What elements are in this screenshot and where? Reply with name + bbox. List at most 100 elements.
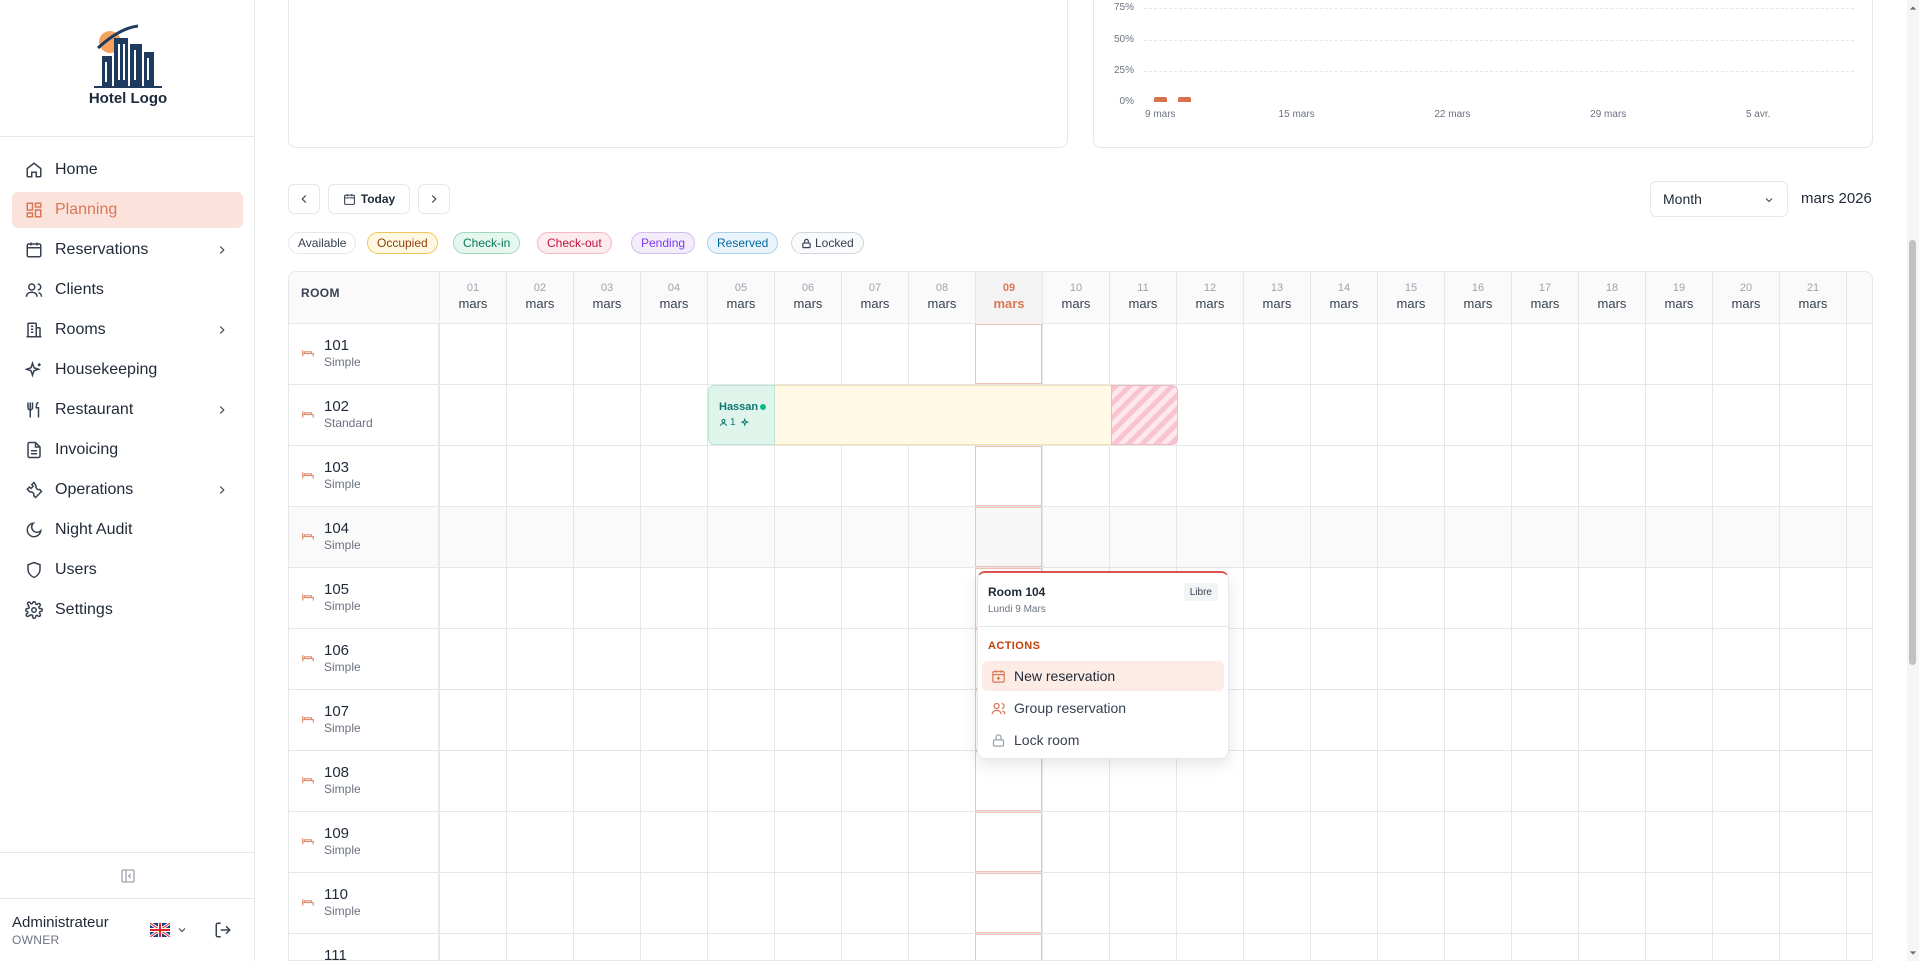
day-cell[interactable] — [1578, 751, 1645, 811]
day-cell[interactable] — [1846, 629, 1872, 689]
day-cell[interactable] — [1243, 629, 1310, 689]
sidebar-item-invoicing[interactable]: Invoicing — [12, 432, 243, 468]
sidebar-collapse-icon[interactable] — [120, 868, 136, 884]
today-button[interactable]: Today — [328, 184, 410, 214]
day-cell[interactable] — [841, 324, 908, 384]
day-cell[interactable] — [774, 507, 841, 567]
day-cell[interactable] — [1444, 934, 1511, 960]
day-cell[interactable] — [841, 873, 908, 933]
day-cell[interactable] — [1779, 385, 1846, 445]
day-cell[interactable] — [506, 446, 573, 506]
day-cell[interactable] — [1042, 873, 1109, 933]
day-cell[interactable] — [573, 751, 640, 811]
day-cell[interactable] — [1042, 507, 1109, 567]
scroll-down-arrow-icon[interactable] — [1909, 949, 1917, 957]
room-cell[interactable]: 109 Simple — [289, 812, 439, 872]
day-cell[interactable] — [1377, 324, 1444, 384]
day-cell[interactable] — [439, 690, 506, 750]
day-cell[interactable] — [1109, 812, 1176, 872]
day-cell[interactable] — [1779, 934, 1846, 960]
day-cell[interactable] — [774, 934, 841, 960]
day-cell[interactable] — [1578, 812, 1645, 872]
day-cell[interactable] — [707, 507, 774, 567]
day-cell[interactable] — [975, 446, 1042, 506]
room-cell[interactable]: 101 Simple — [289, 324, 439, 384]
day-cell[interactable] — [841, 568, 908, 628]
day-cell[interactable] — [1578, 690, 1645, 750]
day-cell[interactable] — [1779, 507, 1846, 567]
day-cell[interactable] — [1243, 507, 1310, 567]
day-cell[interactable] — [975, 812, 1042, 872]
day-cell[interactable] — [1846, 568, 1872, 628]
day-cell[interactable] — [1645, 324, 1712, 384]
day-cell[interactable] — [1712, 324, 1779, 384]
day-cell[interactable] — [640, 751, 707, 811]
previous-button[interactable] — [288, 184, 320, 214]
day-cell[interactable] — [1109, 751, 1176, 811]
day-cell[interactable] — [1243, 751, 1310, 811]
day-cell[interactable] — [506, 568, 573, 628]
day-cell[interactable] — [1109, 446, 1176, 506]
day-cell[interactable] — [774, 812, 841, 872]
day-cell[interactable] — [1712, 812, 1779, 872]
day-cell[interactable] — [439, 385, 506, 445]
day-cell[interactable] — [1645, 507, 1712, 567]
sidebar-item-operations[interactable]: Operations — [12, 472, 243, 508]
scrollbar-thumb[interactable] — [1909, 240, 1916, 665]
day-cell[interactable] — [1109, 507, 1176, 567]
day-cell[interactable] — [774, 629, 841, 689]
day-cell[interactable] — [1377, 751, 1444, 811]
day-cell[interactable] — [1109, 873, 1176, 933]
day-cell[interactable] — [841, 629, 908, 689]
day-cell[interactable] — [1042, 812, 1109, 872]
day-cell[interactable] — [1377, 873, 1444, 933]
day-cell[interactable] — [1578, 446, 1645, 506]
sidebar-item-reservations[interactable]: Reservations — [12, 232, 243, 268]
day-cell[interactable] — [1109, 324, 1176, 384]
day-cell[interactable] — [1846, 812, 1872, 872]
room-cell[interactable]: 110 Simple — [289, 873, 439, 933]
day-cell[interactable] — [640, 324, 707, 384]
day-cell[interactable] — [640, 873, 707, 933]
new-reservation-button[interactable]: New reservation — [982, 661, 1224, 691]
group-reservation-button[interactable]: Group reservation — [982, 693, 1224, 723]
room-cell[interactable]: 108 Simple — [289, 751, 439, 811]
day-cell[interactable] — [1042, 751, 1109, 811]
day-cell[interactable] — [1779, 690, 1846, 750]
occupancy-bar[interactable] — [1178, 97, 1191, 102]
day-cell[interactable] — [1377, 507, 1444, 567]
day-cell[interactable] — [573, 507, 640, 567]
day-cell[interactable] — [1779, 873, 1846, 933]
sidebar-item-restaurant[interactable]: Restaurant — [12, 392, 243, 428]
day-cell[interactable] — [439, 873, 506, 933]
day-cell[interactable] — [1511, 446, 1578, 506]
day-cell[interactable] — [506, 873, 573, 933]
day-cell[interactable] — [1444, 446, 1511, 506]
day-cell[interactable] — [1645, 873, 1712, 933]
day-cell[interactable] — [1176, 507, 1243, 567]
sidebar-item-planning[interactable]: Planning — [12, 192, 243, 228]
day-cell[interactable] — [1377, 812, 1444, 872]
room-cell[interactable]: 104 Simple — [289, 507, 439, 567]
day-cell[interactable] — [841, 446, 908, 506]
day-cell[interactable] — [573, 568, 640, 628]
day-cell[interactable] — [908, 873, 975, 933]
day-cell[interactable] — [573, 873, 640, 933]
day-cell[interactable] — [1846, 507, 1872, 567]
chevron-down-icon[interactable] — [176, 924, 188, 936]
day-cell[interactable] — [640, 385, 707, 445]
hotel-logo[interactable]: Hotel Logo — [80, 20, 176, 112]
day-cell[interactable] — [573, 324, 640, 384]
day-cell[interactable] — [1511, 873, 1578, 933]
day-cell[interactable] — [707, 873, 774, 933]
day-cell[interactable] — [573, 934, 640, 960]
room-cell[interactable]: 111 — [289, 934, 439, 960]
sidebar-item-home[interactable]: Home — [12, 152, 243, 188]
day-cell[interactable] — [841, 690, 908, 750]
day-cell[interactable] — [1779, 324, 1846, 384]
day-cell[interactable] — [1511, 934, 1578, 960]
day-cell[interactable] — [1712, 507, 1779, 567]
day-cell[interactable] — [1042, 446, 1109, 506]
day-cell[interactable] — [506, 507, 573, 567]
day-cell[interactable] — [573, 690, 640, 750]
